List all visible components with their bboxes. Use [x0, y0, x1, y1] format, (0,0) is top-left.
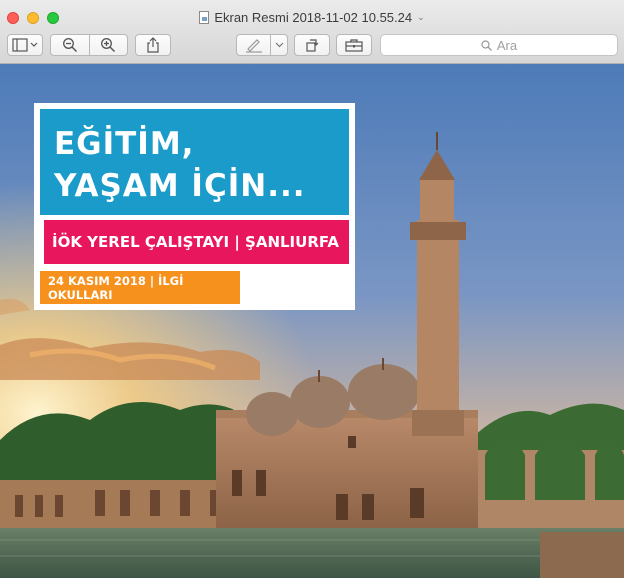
toolbox-button[interactable]	[336, 34, 372, 56]
poster-headline-line1: EĞİTİM,	[54, 126, 195, 162]
image-file-icon	[199, 11, 210, 24]
toolbox-icon	[345, 39, 363, 52]
image-viewer[interactable]: EĞİTİM, YAŞAM İÇİN... İÖK YEREL ÇALIŞTAY…	[0, 64, 624, 578]
share-button[interactable]	[135, 34, 171, 56]
zoom-out-button[interactable]	[51, 37, 89, 53]
sidebar-menu-button[interactable]	[7, 34, 43, 56]
search-input[interactable]: Ara	[380, 34, 618, 56]
poster-headline: EĞİTİM, YAŞAM İÇİN...	[54, 123, 306, 207]
poster-event-title: İÖK YEREL ÇALIŞTAYI | ŞANLIURFA	[44, 220, 349, 264]
zoom-in-icon	[101, 38, 116, 53]
title-bar: Ekran Resmi 2018-11-02 10.55.24 ⌄ Ara	[0, 0, 624, 64]
poster-headline-box: EĞİTİM, YAŞAM İÇİN...	[40, 109, 349, 215]
rotate-button[interactable]	[294, 34, 330, 56]
window-title[interactable]: Ekran Resmi 2018-11-02 10.55.24 ⌄	[0, 10, 624, 25]
window-title-text: Ekran Resmi 2018-11-02 10.55.24	[214, 10, 413, 25]
share-icon	[147, 37, 159, 53]
event-poster: EĞİTİM, YAŞAM İÇİN... İÖK YEREL ÇALIŞTAY…	[34, 103, 355, 310]
pen-icon	[245, 39, 262, 53]
zoom-in-button[interactable]	[90, 37, 128, 53]
poster-date: 24 KASIM 2018 | İLGİ OKULLARI	[40, 271, 240, 304]
markup-menu-button[interactable]	[271, 42, 287, 48]
markup-control	[236, 34, 288, 56]
search-placeholder: Ara	[496, 37, 518, 53]
poster-headline-line2: YAŞAM İÇİN...	[54, 168, 306, 204]
zoom-control	[50, 34, 128, 56]
markup-button[interactable]	[237, 37, 270, 53]
search-icon	[481, 39, 492, 51]
chevron-down-icon	[275, 42, 283, 48]
rotate-icon	[306, 39, 319, 52]
sidebar-icon	[12, 38, 38, 52]
chevron-down-icon: ⌄	[417, 12, 425, 22]
zoom-out-icon	[62, 38, 77, 53]
